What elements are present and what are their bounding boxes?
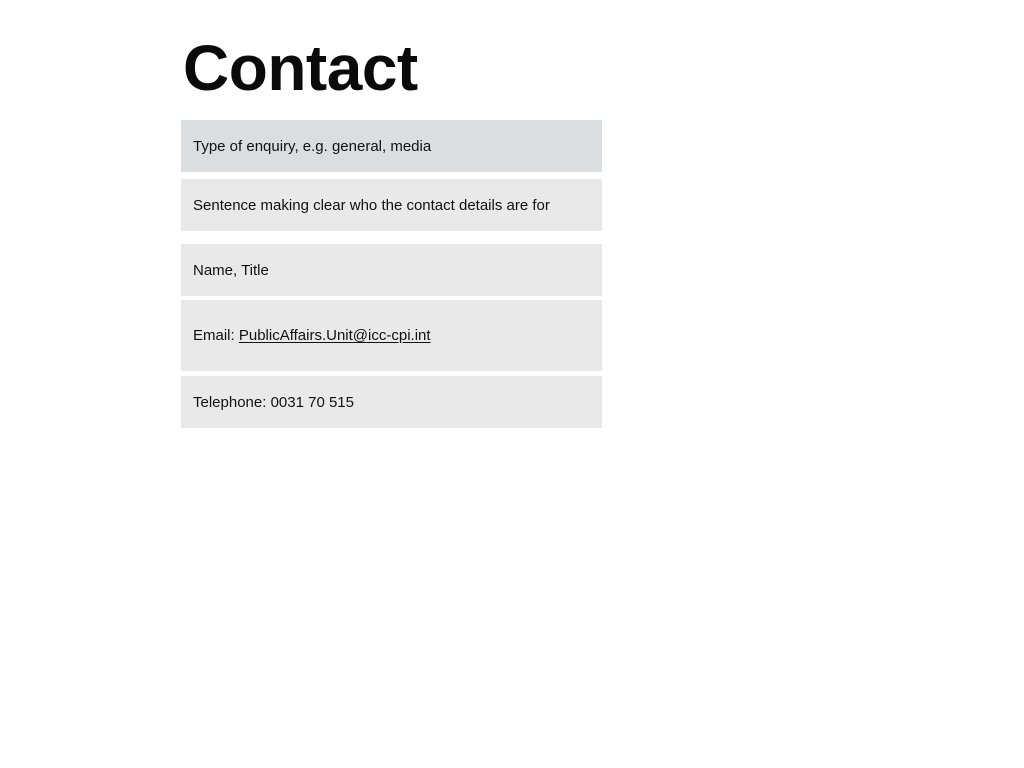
telephone-label: Telephone: [193, 393, 267, 411]
contact-name-block: Name, Title [181, 244, 602, 296]
contact-description-block: Sentence making clear who the contact de… [181, 179, 602, 231]
page-title: Contact [183, 32, 418, 104]
enquiry-type-text: Type of enquiry, e.g. general, media [193, 137, 432, 155]
contact-page: Contact Type of enquiry, e.g. general, m… [0, 0, 1024, 768]
enquiry-type-block: Type of enquiry, e.g. general, media [181, 120, 602, 172]
email-label: Email: [193, 327, 235, 344]
contact-email-block: Email: PublicAffairs.Unit@icc-cpi.int [181, 300, 602, 371]
contact-name-text: Name, Title [193, 261, 269, 279]
email-link[interactable]: PublicAffairs.Unit@icc-cpi.int [239, 327, 431, 344]
contact-description-text: Sentence making clear who the contact de… [193, 196, 550, 214]
contact-telephone-block: Telephone: 0031 70 515 [181, 376, 602, 428]
telephone-value: 0031 70 515 [270, 393, 354, 411]
